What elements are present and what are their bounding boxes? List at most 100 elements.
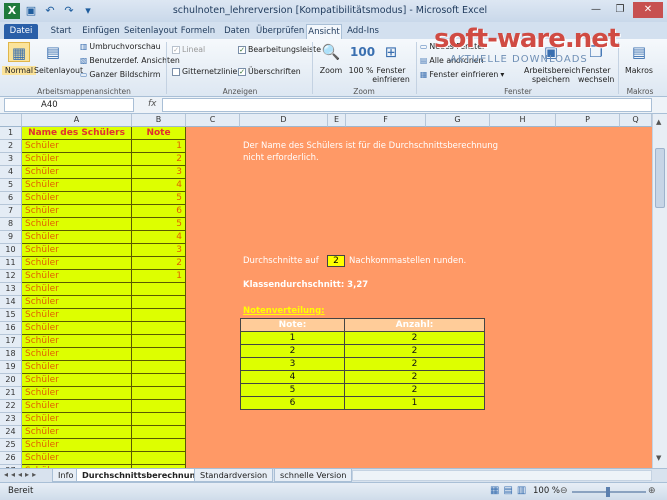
dist-count-cell[interactable]: 2: [344, 344, 485, 358]
tab-scroll-arrows-icon[interactable]: ◂◂◂▸▸: [4, 470, 39, 479]
student-name-cell[interactable]: Schüler: [22, 231, 132, 244]
row-header[interactable]: 26: [0, 452, 22, 465]
grade-cell[interactable]: [132, 426, 186, 439]
student-name-cell[interactable]: Schüler: [22, 270, 132, 283]
row-header[interactable]: 13: [0, 283, 22, 296]
student-name-cell[interactable]: Schüler: [22, 244, 132, 257]
worksheet[interactable]: A B C D E F G H P Q 1 Name des Schülers No…: [0, 114, 652, 468]
grade-cell[interactable]: [132, 413, 186, 426]
row-header[interactable]: 3: [0, 153, 22, 166]
zoom-100-icon[interactable]: 100: [350, 42, 375, 62]
save-icon[interactable]: ▣: [23, 3, 39, 19]
row-header[interactable]: 18: [0, 348, 22, 361]
sheet-tab-standard[interactable]: Standardversion: [194, 469, 274, 482]
normal-view-button[interactable]: Normal: [2, 66, 36, 75]
student-name-cell[interactable]: Schüler: [22, 205, 132, 218]
column-header[interactable]: E: [328, 114, 346, 127]
page-layout-button[interactable]: Seitenlayout: [34, 66, 83, 75]
grade-cell[interactable]: 2: [132, 153, 186, 166]
tab-datei[interactable]: Datei: [4, 24, 38, 39]
maximize-icon[interactable]: ❐: [609, 2, 631, 18]
zoom-selection-icon[interactable]: ⊞: [380, 42, 402, 62]
grade-cell[interactable]: [132, 348, 186, 361]
grade-cell[interactable]: [132, 387, 186, 400]
normal-view-icon[interactable]: ▦: [8, 42, 30, 62]
scroll-up-icon[interactable]: ▲: [656, 118, 661, 126]
row-header[interactable]: 4: [0, 166, 22, 179]
row-header[interactable]: 2: [0, 140, 22, 153]
grade-cell[interactable]: [132, 335, 186, 348]
minimize-icon[interactable]: —: [585, 2, 607, 18]
student-name-cell[interactable]: Schüler: [22, 179, 132, 192]
dist-note-cell[interactable]: 6: [240, 396, 345, 410]
horizontal-scrollbar[interactable]: [352, 470, 652, 481]
row-header[interactable]: 6: [0, 192, 22, 205]
student-name-cell[interactable]: Schüler: [22, 218, 132, 231]
student-name-cell[interactable]: Schüler: [22, 400, 132, 413]
tab-ueberpruefen[interactable]: Überprüfen: [256, 24, 304, 39]
student-name-cell[interactable]: Schüler: [22, 153, 132, 166]
tab-seitenlayout[interactable]: Seitenlayout: [124, 24, 177, 39]
grade-cell[interactable]: 5: [132, 218, 186, 231]
student-name-cell[interactable]: Schüler: [22, 309, 132, 322]
tab-formeln[interactable]: Formeln: [178, 24, 218, 39]
student-name-cell[interactable]: Schüler: [22, 361, 132, 374]
dist-note-cell[interactable]: 5: [240, 383, 345, 397]
grade-cell[interactable]: [132, 283, 186, 296]
ruler-checkbox[interactable]: ✓ Lineal: [172, 45, 205, 54]
column-header[interactable]: F: [346, 114, 426, 127]
student-name-cell[interactable]: Schüler: [22, 192, 132, 205]
student-name-cell[interactable]: Schüler: [22, 166, 132, 179]
view-buttons-icon[interactable]: ▦▤▥: [490, 485, 530, 496]
page-layout-icon[interactable]: ▤: [42, 42, 64, 62]
student-name-cell[interactable]: Schüler: [22, 413, 132, 426]
grade-cell[interactable]: 5: [132, 192, 186, 205]
sheet-tab-schnell[interactable]: schnelle Version: [274, 469, 353, 482]
grade-cell[interactable]: [132, 374, 186, 387]
grade-cell[interactable]: [132, 439, 186, 452]
zoom-selection-button[interactable]: Fenster einfrieren: [370, 66, 412, 84]
student-name-cell[interactable]: Schüler: [22, 348, 132, 361]
redo-icon[interactable]: ↷: [61, 3, 77, 19]
tab-daten[interactable]: Daten: [220, 24, 254, 39]
student-name-cell[interactable]: Schüler: [22, 322, 132, 335]
row-header[interactable]: 19: [0, 361, 22, 374]
customize-toolbar-icon[interactable]: ▾: [80, 3, 96, 19]
grade-cell[interactable]: [132, 322, 186, 335]
formula-bar-checkbox[interactable]: ✓ Bearbeitungsleiste: [238, 45, 321, 54]
column-header[interactable]: G: [426, 114, 490, 127]
row-header[interactable]: 11: [0, 257, 22, 270]
student-name-cell[interactable]: Schüler: [22, 283, 132, 296]
tab-ansicht[interactable]: Ansicht: [306, 24, 342, 39]
tab-start[interactable]: Start: [44, 24, 78, 39]
header-cell-note[interactable]: Note: [132, 127, 186, 140]
headings-checkbox[interactable]: ✓ Überschriften: [238, 67, 301, 76]
grade-cell[interactable]: 4: [132, 231, 186, 244]
grade-cell[interactable]: 3: [132, 244, 186, 257]
tab-addins[interactable]: Add-Ins: [346, 24, 380, 39]
dist-note-cell[interactable]: 4: [240, 370, 345, 384]
decimal-places-cell[interactable]: 2: [327, 255, 345, 267]
grade-cell[interactable]: [132, 400, 186, 413]
student-name-cell[interactable]: Schüler: [22, 257, 132, 270]
student-name-cell[interactable]: Schüler: [22, 452, 132, 465]
zoom-in-icon[interactable]: ⊕: [648, 486, 656, 496]
grade-cell[interactable]: [132, 361, 186, 374]
grade-cell[interactable]: [132, 309, 186, 322]
vertical-scrollbar[interactable]: ▲ ▼: [652, 114, 667, 468]
column-header[interactable]: Q: [620, 114, 652, 127]
row-header[interactable]: 21: [0, 387, 22, 400]
dist-count-cell[interactable]: 2: [344, 370, 485, 384]
formula-input[interactable]: [162, 98, 652, 112]
dist-note-cell[interactable]: 1: [240, 331, 345, 345]
row-header[interactable]: 16: [0, 322, 22, 335]
close-icon[interactable]: ✕: [633, 2, 663, 18]
grade-cell[interactable]: 6: [132, 205, 186, 218]
column-header[interactable]: H: [490, 114, 556, 127]
grade-cell[interactable]: 4: [132, 179, 186, 192]
student-name-cell[interactable]: Schüler: [22, 439, 132, 452]
column-header[interactable]: C: [186, 114, 240, 127]
zoom-out-icon[interactable]: ⊖: [560, 486, 568, 496]
row-header[interactable]: 7: [0, 205, 22, 218]
row-header[interactable]: 20: [0, 374, 22, 387]
